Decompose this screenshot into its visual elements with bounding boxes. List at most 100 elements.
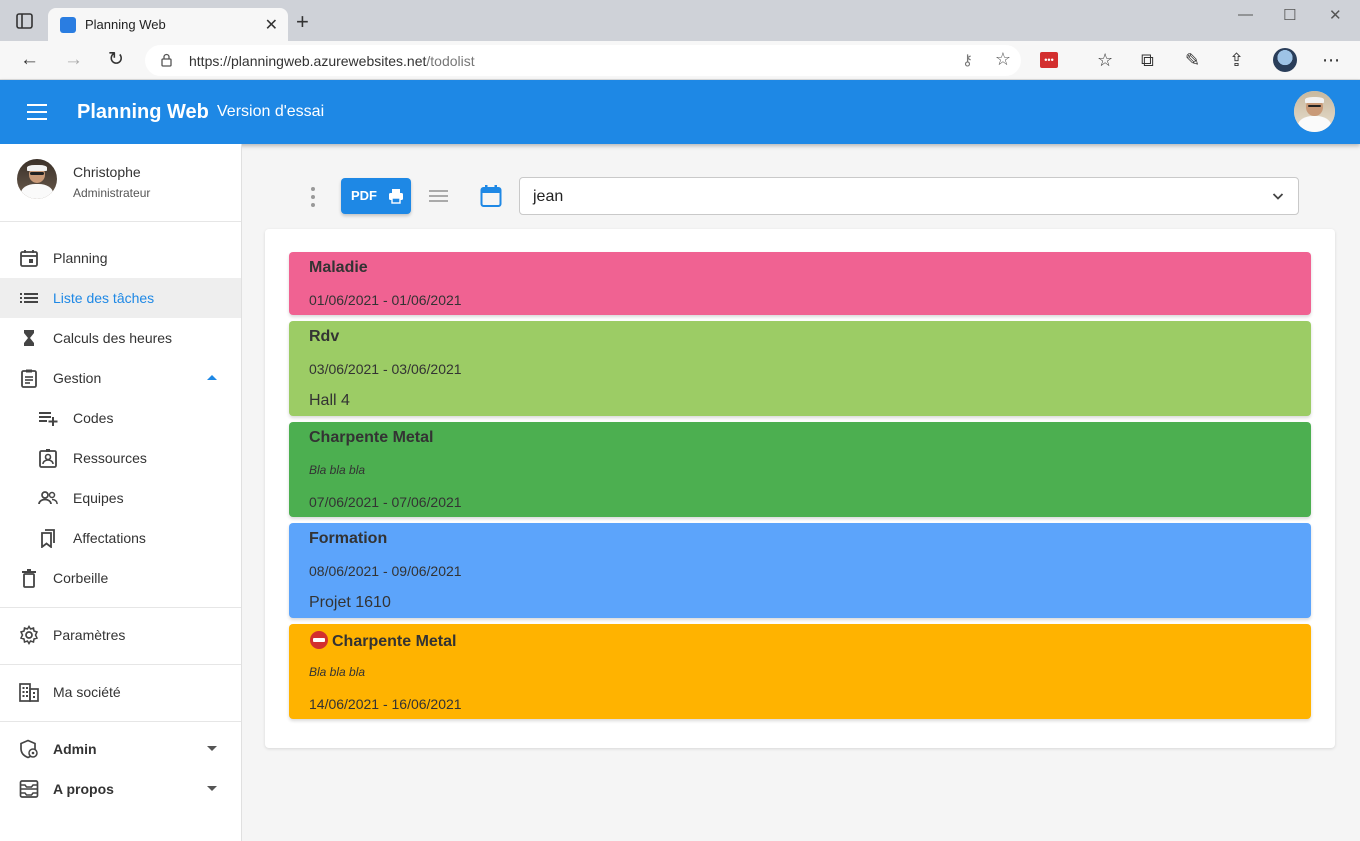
sidebar-item-label: Equipes (73, 490, 124, 506)
close-tab-icon[interactable]: ✕ (265, 15, 278, 35)
task-card[interactable]: Rdv 03/06/2021 - 03/06/2021 Hall 4 (289, 321, 1311, 416)
app-header: Planning Web Version d'essai (0, 80, 1360, 144)
sidebar-item-admin[interactable]: Admin (0, 729, 241, 769)
tab-actions-icon[interactable] (14, 12, 36, 30)
calendar-icon[interactable] (480, 184, 502, 208)
sidebar: Christophe Administrateur Planning Liste… (0, 144, 242, 841)
task-card[interactable]: Formation 08/06/2021 - 09/06/2021 Projet… (289, 523, 1311, 618)
task-dates: 07/06/2021 - 07/06/2021 (309, 494, 462, 510)
trash-icon (22, 569, 36, 588)
sidebar-item-settings[interactable]: Paramètres (0, 615, 241, 655)
sidebar-item-assignments[interactable]: Affectations (0, 518, 241, 558)
task-note: Hall 4 (309, 392, 350, 409)
browser-tab[interactable]: Planning Web ✕ (48, 8, 288, 41)
sidebar-item-about[interactable]: A propos (0, 769, 241, 809)
sidebar-item-hours[interactable]: Calculs des heures (0, 318, 241, 358)
collections-icon[interactable]: ⧉ (1141, 50, 1154, 70)
task-dates: 14/06/2021 - 16/06/2021 (309, 696, 462, 712)
share-icon[interactable]: ⇪ (1229, 50, 1244, 70)
app-title: Planning Web (77, 101, 209, 123)
add-favorite-icon[interactable]: ☆ (995, 49, 1011, 70)
sidebar-item-label: Gestion (53, 370, 102, 386)
people-icon (38, 491, 58, 505)
resource-select[interactable]: jean (519, 177, 1299, 215)
task-title: Rdv (309, 328, 340, 345)
sidebar-item-tasks[interactable]: Liste des tâches (0, 278, 241, 318)
sidebar-item-label: Planning (53, 250, 108, 266)
favorites-icon[interactable]: ☆ (1097, 50, 1113, 70)
menu-icon[interactable] (27, 104, 47, 120)
user-role: Administrateur (73, 186, 151, 200)
user-avatar (17, 159, 57, 199)
sidebar-item-gestion[interactable]: Gestion (0, 358, 241, 398)
sidebar-divider (0, 721, 241, 722)
list-icon (20, 293, 38, 303)
shield-icon (20, 739, 38, 759)
sidebar-item-company[interactable]: Ma société (0, 672, 241, 712)
sidebar-item-codes[interactable]: Codes (0, 398, 241, 438)
building-icon (19, 683, 39, 702)
minimize-icon[interactable]: — (1238, 6, 1253, 23)
sidebar-item-planning[interactable]: Planning (0, 238, 241, 278)
task-card[interactable]: Charpente Metal Bla bla bla 14/06/2021 -… (289, 624, 1311, 719)
caret-down-icon[interactable] (207, 786, 217, 791)
task-title: Formation (309, 530, 388, 547)
task-card[interactable]: Charpente Metal Bla bla bla 07/06/2021 -… (289, 422, 1311, 517)
pdf-print-button[interactable]: PDF (341, 178, 411, 214)
sidebar-item-trash[interactable]: Corbeille (0, 558, 241, 598)
extension-icon[interactable]: ••• (1040, 52, 1058, 68)
address-field[interactable]: https://planningweb.azurewebsites.net/to… (145, 45, 1021, 76)
sidebar-item-label: Paramètres (53, 627, 126, 643)
new-tab-icon[interactable]: + (296, 11, 309, 33)
tab-title: Planning Web (85, 17, 166, 32)
user-name: Christophe (73, 164, 141, 180)
sidebar-item-label: Calculs des heures (53, 330, 173, 346)
task-description: Bla bla bla (309, 665, 366, 679)
clipboard-icon (21, 369, 37, 388)
refresh-icon[interactable]: ↻ (108, 50, 124, 70)
pdf-button-label: PDF (351, 188, 377, 203)
caret-up-icon[interactable] (207, 375, 217, 380)
more-options-icon[interactable] (308, 187, 318, 207)
browser-toolbar: ← → ↻ https://planningweb.azurewebsites.… (0, 41, 1360, 80)
badge-icon (39, 449, 57, 468)
browser-profile-icon[interactable] (1273, 48, 1297, 72)
maximize-icon[interactable]: ☐ (1283, 6, 1296, 24)
caret-down-icon[interactable] (207, 746, 217, 751)
sidebar-item-teams[interactable]: Equipes (0, 478, 241, 518)
version-label: Version d'essai (217, 103, 325, 120)
sidebar-item-resources[interactable]: Ressources (0, 438, 241, 478)
sidebar-divider (0, 664, 241, 665)
forward-icon[interactable]: → (64, 50, 83, 70)
printer-icon (389, 189, 403, 204)
bookmarks-icon (41, 529, 55, 548)
sidebar-item-label: Admin (53, 741, 97, 757)
sidebar-item-label: A propos (53, 781, 114, 797)
url-host: https://planningweb.azurewebsites.net (189, 53, 427, 69)
sidebar-item-label: Liste des tâches (53, 290, 155, 306)
task-dates: 08/06/2021 - 09/06/2021 (309, 563, 462, 579)
more-icon[interactable]: ⋯ (1322, 50, 1340, 70)
url-path: /todolist (426, 53, 475, 69)
calendar-icon (20, 250, 38, 267)
extensions-icon[interactable]: ✎ (1185, 50, 1200, 70)
sidebar-divider (0, 607, 241, 608)
task-title: Charpente Metal (332, 633, 457, 650)
resource-select-value: jean (533, 188, 564, 205)
key-icon[interactable]: ⚷ (962, 51, 973, 69)
back-icon[interactable]: ← (20, 50, 39, 70)
close-window-icon[interactable]: ✕ (1329, 6, 1342, 24)
sidebar-item-label: Codes (73, 410, 114, 426)
task-title: Maladie (309, 259, 368, 276)
playlist-add-icon (39, 412, 58, 426)
sidebar-item-label: Ressources (73, 450, 147, 466)
url-text: https://planningweb.azurewebsites.net/to… (189, 53, 475, 69)
task-dates: 01/06/2021 - 01/06/2021 (309, 292, 462, 308)
avatar[interactable] (1294, 91, 1335, 132)
inbox-icon (19, 780, 39, 798)
view-list-icon[interactable] (429, 188, 448, 204)
sidebar-item-label: Ma société (53, 684, 121, 700)
task-card[interactable]: Maladie 01/06/2021 - 01/06/2021 (289, 252, 1311, 315)
user-card: Christophe Administrateur (0, 144, 241, 222)
browser-titlebar: Planning Web ✕ + — ☐ ✕ (0, 0, 1360, 41)
